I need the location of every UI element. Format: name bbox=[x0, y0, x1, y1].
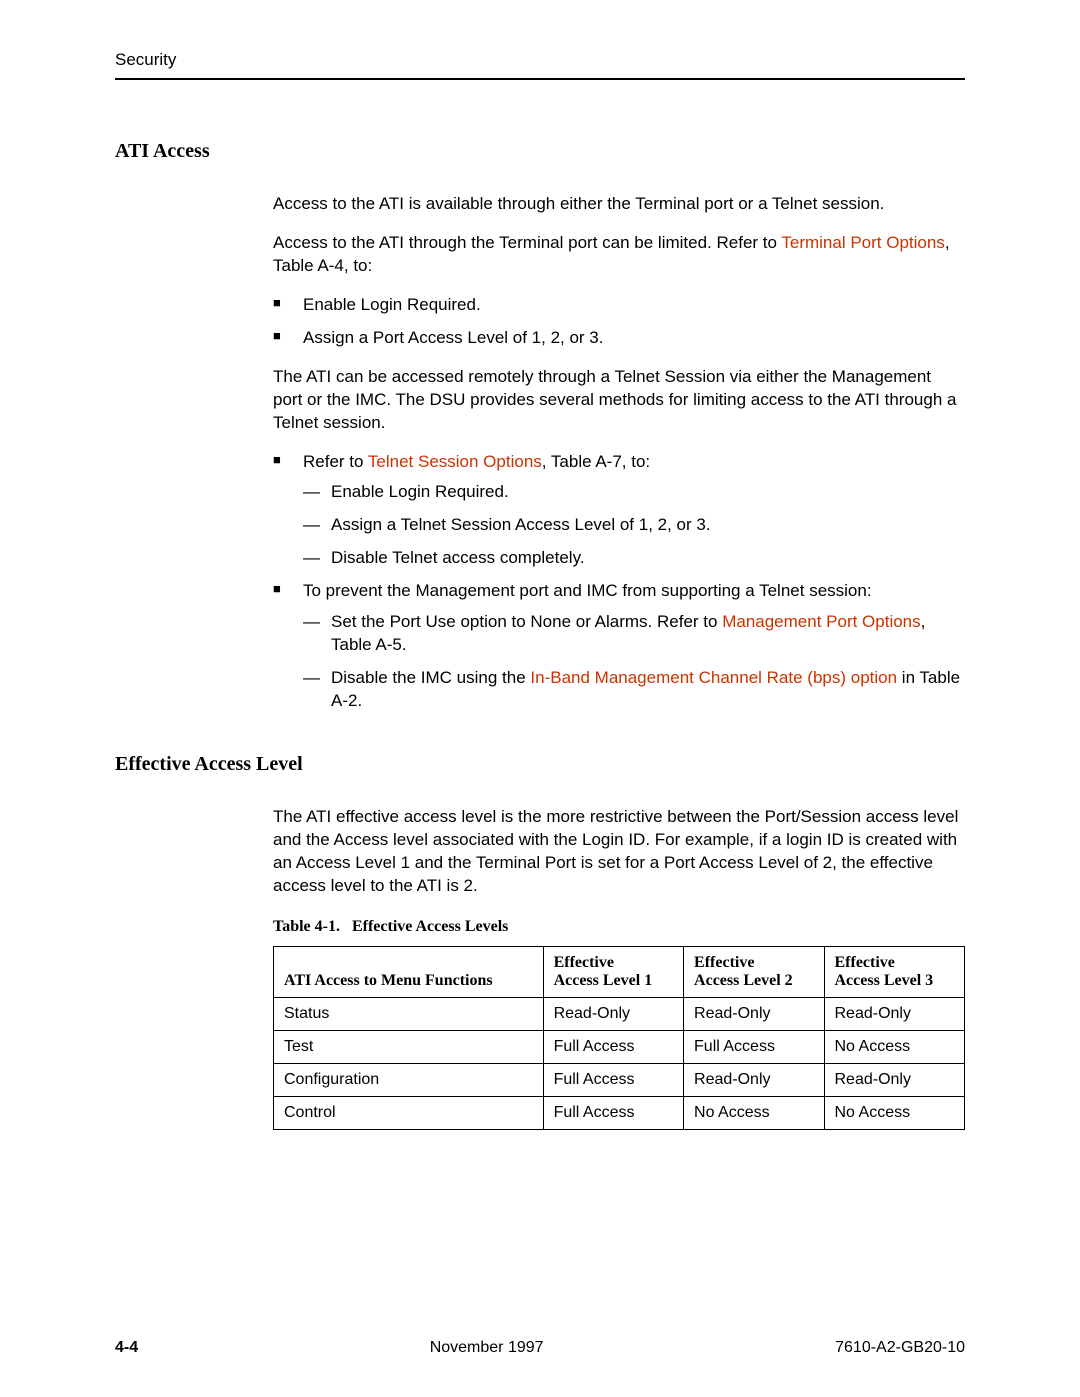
para-3: The ATI can be accessed remotely through… bbox=[273, 366, 965, 435]
cell: Read-Only bbox=[824, 997, 965, 1030]
inband-management-link[interactable]: In-Band Management Channel Rate (bps) op… bbox=[530, 668, 897, 687]
footer-date: November 1997 bbox=[430, 1339, 544, 1357]
document-id: 7610-A2-GB20-10 bbox=[835, 1339, 965, 1357]
table-row: Configuration Full Access Read-Only Read… bbox=[274, 1063, 965, 1096]
th-col4-a: Effective bbox=[835, 954, 895, 971]
cell: Read-Only bbox=[824, 1063, 965, 1096]
cell: Full Access bbox=[543, 1030, 683, 1063]
list-1-item-1: Enable Login Required. bbox=[273, 294, 965, 317]
effective-access-content: The ATI effective access level is the mo… bbox=[273, 806, 965, 1130]
list-2: Refer to Telnet Session Options, Table A… bbox=[273, 451, 965, 713]
list-2-item-1: Refer to Telnet Session Options, Table A… bbox=[273, 451, 965, 571]
para-2-text-1: Access to the ATI through the Terminal p… bbox=[273, 233, 781, 252]
ati-access-content: Access to the ATI is available through e… bbox=[273, 193, 965, 713]
th-col2: Effective Access Level 1 bbox=[543, 946, 683, 997]
cell: Read-Only bbox=[684, 1063, 824, 1096]
sublist-1-c: Disable Telnet access completely. bbox=[303, 547, 965, 570]
cell: Full Access bbox=[684, 1030, 824, 1063]
cell: Read-Only bbox=[684, 997, 824, 1030]
th-col2-b: Access Level 1 bbox=[554, 972, 653, 989]
list-1-item-2: Assign a Port Access Level of 1, 2, or 3… bbox=[273, 327, 965, 350]
cell: Configuration bbox=[274, 1063, 544, 1096]
sublist-2: Set the Port Use option to None or Alarm… bbox=[303, 611, 965, 713]
sublist-1-b: Assign a Telnet Session Access Level of … bbox=[303, 514, 965, 537]
header-title: Security bbox=[115, 50, 176, 69]
th-col1: ATI Access to Menu Functions bbox=[274, 946, 544, 997]
cell: Status bbox=[274, 997, 544, 1030]
sublist-2-b-text-1: Disable the IMC using the bbox=[331, 668, 530, 687]
cell: Control bbox=[274, 1096, 544, 1129]
list-2-item-1-text-2: , Table A-7, to: bbox=[542, 452, 650, 471]
list-1: Enable Login Required. Assign a Port Acc… bbox=[273, 294, 965, 350]
sublist-1: Enable Login Required. Assign a Telnet S… bbox=[303, 481, 965, 570]
ati-access-heading: ATI Access bbox=[115, 140, 965, 163]
para-1: Access to the ATI is available through e… bbox=[273, 193, 965, 216]
telnet-session-options-link[interactable]: Telnet Session Options bbox=[368, 452, 542, 471]
page-footer: 4-4 November 1997 7610-A2-GB20-10 bbox=[115, 1339, 965, 1357]
th-col4: Effective Access Level 3 bbox=[824, 946, 965, 997]
table-row: Status Read-Only Read-Only Read-Only bbox=[274, 997, 965, 1030]
cell: Read-Only bbox=[543, 997, 683, 1030]
list-2-item-1-text-1: Refer to bbox=[303, 452, 368, 471]
table-title: Table 4-1. Effective Access Levels bbox=[273, 918, 965, 936]
sublist-2-a-text-1: Set the Port Use option to None or Alarm… bbox=[331, 612, 722, 631]
th-col4-b: Access Level 3 bbox=[835, 972, 934, 989]
cell: No Access bbox=[684, 1096, 824, 1129]
th-col2-a: Effective bbox=[554, 954, 614, 971]
th-col3-a: Effective bbox=[694, 954, 754, 971]
terminal-port-options-link[interactable]: Terminal Port Options bbox=[781, 233, 944, 252]
sublist-1-a: Enable Login Required. bbox=[303, 481, 965, 504]
table-row: Test Full Access Full Access No Access bbox=[274, 1030, 965, 1063]
para-2: Access to the ATI through the Terminal p… bbox=[273, 232, 965, 278]
list-2-item-2: To prevent the Management port and IMC f… bbox=[273, 580, 965, 713]
cell: No Access bbox=[824, 1030, 965, 1063]
effective-access-heading: Effective Access Level bbox=[115, 753, 965, 776]
table-header-row: ATI Access to Menu Functions Effective A… bbox=[274, 946, 965, 997]
th-col3-b: Access Level 2 bbox=[694, 972, 793, 989]
cell: Full Access bbox=[543, 1063, 683, 1096]
management-port-options-link[interactable]: Management Port Options bbox=[722, 612, 920, 631]
cell: Test bbox=[274, 1030, 544, 1063]
cell: No Access bbox=[824, 1096, 965, 1129]
cell: Full Access bbox=[543, 1096, 683, 1129]
list-2-item-2-text: To prevent the Management port and IMC f… bbox=[303, 581, 872, 600]
access-levels-table: ATI Access to Menu Functions Effective A… bbox=[273, 946, 965, 1130]
page-header: Security bbox=[115, 50, 965, 80]
page-number: 4-4 bbox=[115, 1339, 138, 1357]
th-col3: Effective Access Level 2 bbox=[684, 946, 824, 997]
sublist-2-b: Disable the IMC using the In-Band Manage… bbox=[303, 667, 965, 713]
sublist-2-a: Set the Port Use option to None or Alarm… bbox=[303, 611, 965, 657]
effective-access-para: The ATI effective access level is the mo… bbox=[273, 806, 965, 898]
table-row: Control Full Access No Access No Access bbox=[274, 1096, 965, 1129]
